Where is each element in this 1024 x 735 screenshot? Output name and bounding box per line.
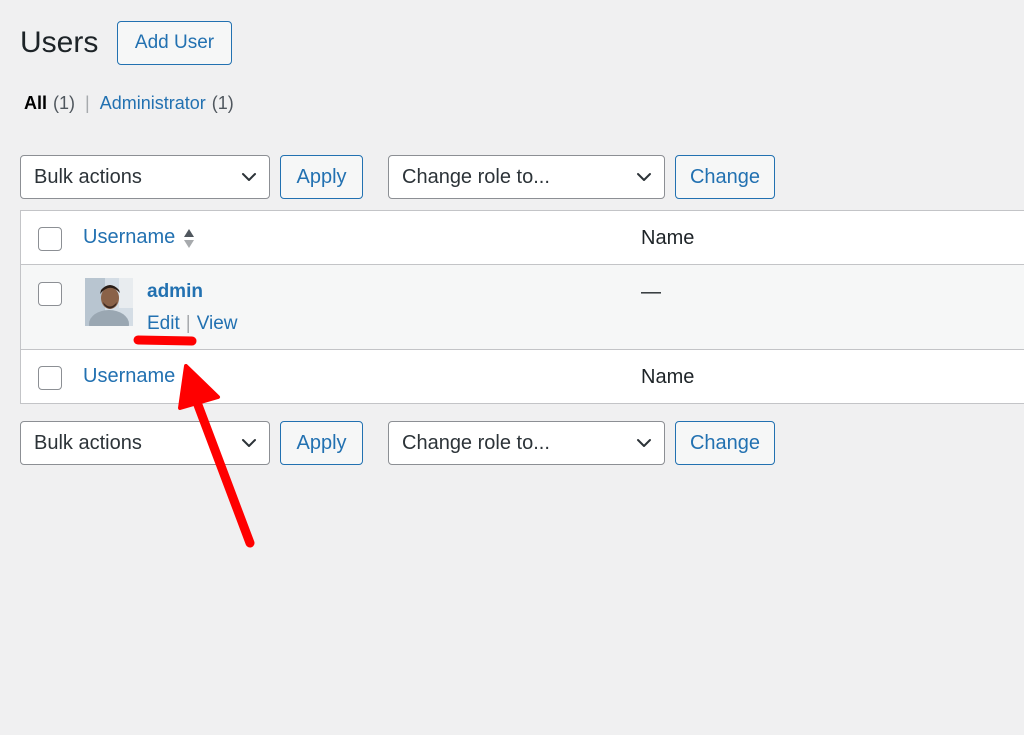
- add-user-button[interactable]: Add User: [117, 21, 232, 65]
- sort-icon: [184, 228, 195, 248]
- edit-user-link[interactable]: Edit: [147, 313, 180, 335]
- row-actions-separator: |: [185, 313, 191, 334]
- role-filter-links: All (1) | Administrator (1): [24, 92, 234, 114]
- users-table: Username Name admin Edit | View — Userna…: [20, 210, 1024, 404]
- select-all-checkbox-footer[interactable]: [38, 366, 62, 390]
- username-link[interactable]: admin: [147, 281, 203, 303]
- filter-all[interactable]: All: [24, 92, 47, 114]
- user-name-value: —: [641, 281, 661, 303]
- change-role-select-bottom[interactable]: Change role to...: [388, 421, 665, 465]
- table-row: admin Edit | View —: [21, 265, 1024, 350]
- view-user-link[interactable]: View: [197, 313, 238, 335]
- username-column-header[interactable]: Username: [83, 226, 195, 249]
- bulk-actions-select-bottom-value: Bulk actions: [34, 431, 142, 454]
- filter-all-count: (1): [53, 93, 76, 113]
- bulk-actions-select-top-value: Bulk actions: [34, 165, 142, 188]
- table-footer-row: Username Name: [21, 350, 1024, 403]
- avatar: [85, 278, 133, 326]
- row-checkbox[interactable]: [38, 282, 62, 306]
- change-role-select-bottom-value: Change role to...: [402, 431, 550, 454]
- name-column-footer: Name: [641, 366, 695, 388]
- change-button-top[interactable]: Change: [675, 155, 775, 199]
- chevron-down-icon: [637, 439, 651, 447]
- bulk-actions-select-top[interactable]: Bulk actions: [20, 155, 270, 199]
- sort-icon: [184, 367, 195, 387]
- page-title: Users: [20, 26, 99, 59]
- change-button-bottom[interactable]: Change: [675, 421, 775, 465]
- username-column-label: Username: [83, 226, 176, 248]
- select-all-checkbox[interactable]: [38, 227, 62, 251]
- table-header-row: Username Name: [21, 211, 1024, 265]
- filter-separator: |: [85, 93, 90, 113]
- apply-button-top[interactable]: Apply: [280, 155, 363, 199]
- filter-administrator[interactable]: Administrator: [100, 92, 206, 114]
- chevron-down-icon: [242, 439, 256, 447]
- username-column-footer-label: Username: [83, 365, 176, 387]
- username-column-footer[interactable]: Username: [83, 365, 195, 388]
- name-column-header: Name: [641, 227, 695, 249]
- change-role-select-top-value: Change role to...: [402, 165, 550, 188]
- row-actions: Edit | View: [147, 313, 238, 335]
- apply-button-bottom[interactable]: Apply: [280, 421, 363, 465]
- chevron-down-icon: [242, 173, 256, 181]
- chevron-down-icon: [637, 173, 651, 181]
- change-role-select-top[interactable]: Change role to...: [388, 155, 665, 199]
- bulk-actions-select-bottom[interactable]: Bulk actions: [20, 421, 270, 465]
- filter-administrator-count: (1): [211, 93, 234, 113]
